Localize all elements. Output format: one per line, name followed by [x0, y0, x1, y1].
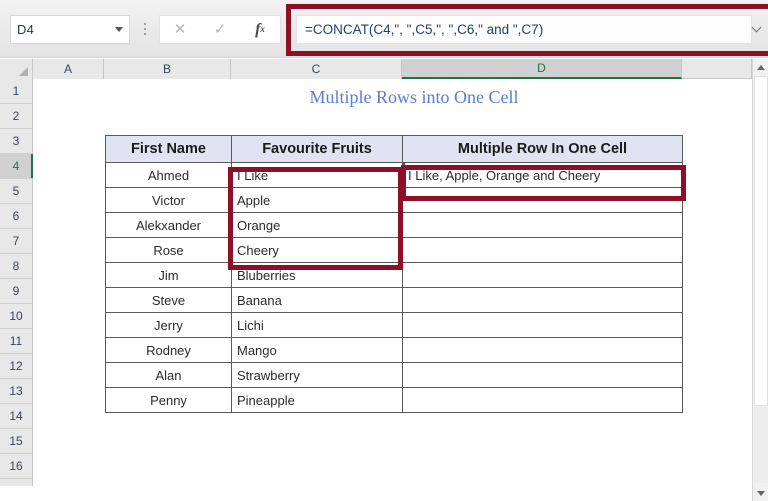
- cell-c6[interactable]: Orange: [231, 212, 403, 238]
- cell-c13[interactable]: Pineapple: [231, 387, 403, 413]
- scroll-up-button[interactable]: [753, 59, 768, 75]
- table-row[interactable]: Victor Apple: [105, 187, 683, 213]
- cell-d12[interactable]: [402, 362, 683, 388]
- table-row[interactable]: Jerry Lichi: [105, 312, 683, 338]
- name-box-value: D4: [17, 22, 35, 37]
- cell-d7[interactable]: [402, 237, 683, 263]
- column-header-filler: [684, 59, 752, 79]
- chevron-down-icon[interactable]: [115, 27, 123, 32]
- row-header-11[interactable]: 11: [0, 329, 32, 354]
- cell-d10[interactable]: [402, 312, 683, 338]
- table-header-row: First Name Favourite Fruits Multiple Row…: [105, 135, 683, 163]
- grid-bottom-filler: [0, 486, 752, 501]
- more-options-icon[interactable]: [141, 19, 149, 39]
- cell-b7[interactable]: Rose: [105, 237, 232, 263]
- expand-formula-bar-icon[interactable]: [753, 24, 762, 33]
- chevron-up-icon: [757, 64, 765, 70]
- column-header-multiple-row-in-one-cell: Multiple Row In One Cell: [402, 135, 683, 163]
- cell-d9[interactable]: [402, 287, 683, 313]
- worksheet-grid[interactable]: Multiple Rows into One Cell First Name F…: [34, 79, 752, 486]
- confirm-icon[interactable]: ✓: [203, 16, 237, 43]
- scroll-down-button[interactable]: [753, 485, 768, 501]
- cell-b11[interactable]: Rodney: [105, 337, 232, 363]
- cell-c12[interactable]: Strawberry: [231, 362, 403, 388]
- cell-b9[interactable]: Steve: [105, 287, 232, 313]
- cell-c7[interactable]: Cheery: [231, 237, 403, 263]
- name-box[interactable]: D4: [10, 15, 130, 44]
- table-row[interactable]: Jim Bluberries: [105, 262, 683, 288]
- data-table: First Name Favourite Fruits Multiple Row…: [105, 135, 683, 413]
- cell-c10[interactable]: Lichi: [231, 312, 403, 338]
- cell-b8[interactable]: Jim: [105, 262, 232, 288]
- select-all-icon: [19, 67, 28, 76]
- table-row[interactable]: Rose Cheery: [105, 237, 683, 263]
- select-all-button[interactable]: [0, 59, 33, 79]
- row-header-10[interactable]: 10: [0, 304, 32, 329]
- row-header-3[interactable]: 3: [0, 129, 32, 154]
- column-header-a[interactable]: A: [33, 59, 104, 79]
- cell-b4[interactable]: Ahmed: [105, 162, 232, 188]
- column-header-favourite-fruits: Favourite Fruits: [231, 135, 403, 163]
- cell-d4[interactable]: I Like, Apple, Orange and Cheery: [402, 162, 683, 188]
- cell-b12[interactable]: Alan: [105, 362, 232, 388]
- table-row[interactable]: Steve Banana: [105, 287, 683, 313]
- cell-c4[interactable]: I Like: [231, 162, 403, 188]
- cell-c8[interactable]: Bluberries: [231, 262, 403, 288]
- cell-c9[interactable]: Banana: [231, 287, 403, 313]
- cell-d13[interactable]: [402, 387, 683, 413]
- cell-b13[interactable]: Penny: [105, 387, 232, 413]
- row-header-8[interactable]: 8: [0, 254, 32, 279]
- scrollbar-thumb[interactable]: [754, 76, 768, 406]
- row-header-2[interactable]: 2: [0, 104, 32, 129]
- row-header-1[interactable]: 1: [0, 79, 32, 104]
- cell-d11[interactable]: [402, 337, 683, 363]
- fx-subscript: x: [260, 24, 265, 34]
- formula-toolbar: D4 ✕ ✓ fx =CONCAT(C4,", ",C5,", ",C6," a…: [0, 0, 768, 58]
- row-header-7[interactable]: 7: [0, 229, 32, 254]
- column-header-d[interactable]: D: [402, 59, 682, 79]
- row-header-13[interactable]: 13: [0, 379, 32, 404]
- table-row[interactable]: Ahmed I Like I Like, Apple, Orange and C…: [105, 162, 683, 188]
- chevron-down-icon: [757, 490, 765, 496]
- table-body: Ahmed I Like I Like, Apple, Orange and C…: [105, 162, 683, 413]
- formula-action-buttons: ✕ ✓ fx: [159, 15, 281, 44]
- row-header-column: 1 2 3 4 5 6 7 8 9 10 11 12 13 14 15 16 1…: [0, 79, 33, 501]
- row-header-15[interactable]: 15: [0, 429, 32, 454]
- cell-d6[interactable]: [402, 212, 683, 238]
- column-header-c[interactable]: C: [231, 59, 402, 79]
- cell-d5[interactable]: [402, 187, 683, 213]
- cell-b5[interactable]: Victor: [105, 187, 232, 213]
- row-header-6[interactable]: 6: [0, 204, 32, 229]
- row-header-16[interactable]: 16: [0, 454, 32, 479]
- table-row[interactable]: Rodney Mango: [105, 337, 683, 363]
- table-row[interactable]: Penny Pineapple: [105, 387, 683, 413]
- vertical-scrollbar[interactable]: [752, 59, 768, 501]
- cell-c5[interactable]: Apple: [231, 187, 403, 213]
- cell-b10[interactable]: Jerry: [105, 312, 232, 338]
- column-header-row: A B C D: [0, 59, 752, 79]
- cancel-icon[interactable]: ✕: [163, 16, 197, 43]
- formula-text: =CONCAT(C4,", ",C5,", ",C6," and ",C7): [305, 22, 544, 37]
- row-header-14[interactable]: 14: [0, 404, 32, 429]
- table-row[interactable]: Alekxander Orange: [105, 212, 683, 238]
- column-header-first-name: First Name: [105, 135, 232, 163]
- row-header-4[interactable]: 4: [0, 154, 33, 179]
- insert-function-icon[interactable]: fx: [243, 16, 277, 43]
- cell-d8[interactable]: [402, 262, 683, 288]
- row-header-12[interactable]: 12: [0, 354, 32, 379]
- row-header-9[interactable]: 9: [0, 279, 32, 304]
- excel-window: D4 ✕ ✓ fx =CONCAT(C4,", ",C5,", ",C6," a…: [0, 0, 768, 501]
- cell-c11[interactable]: Mango: [231, 337, 403, 363]
- column-header-b[interactable]: B: [104, 59, 231, 79]
- row-header-5[interactable]: 5: [0, 179, 32, 204]
- cell-b6[interactable]: Alekxander: [105, 212, 232, 238]
- formula-bar-input[interactable]: =CONCAT(C4,", ",C5,", ",C6," and ",C7): [296, 15, 752, 44]
- sheet-title: Multiple Rows into One Cell: [309, 87, 519, 107]
- scrollbar-track[interactable]: [754, 407, 768, 483]
- table-row[interactable]: Alan Strawberry: [105, 362, 683, 388]
